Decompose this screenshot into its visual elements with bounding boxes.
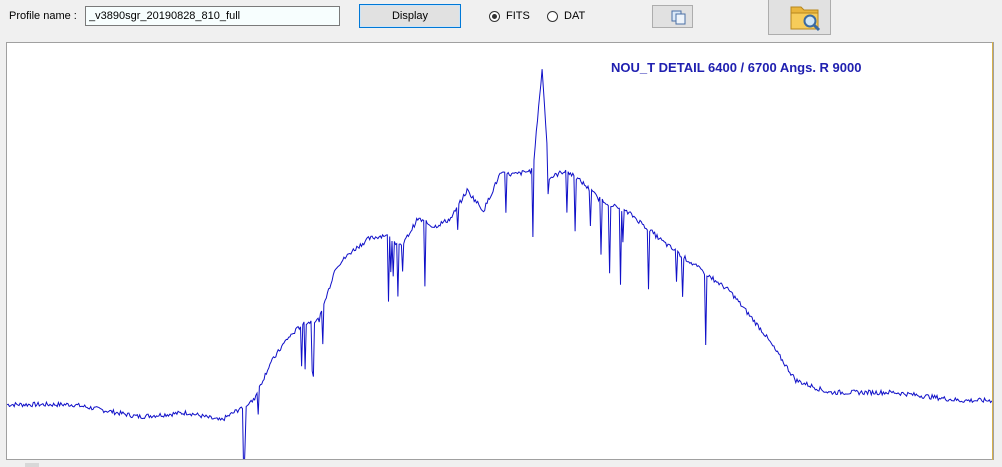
- chart-title: NOU_T DETAIL 6400 / 6700 Angs. R 9000: [611, 60, 861, 75]
- spectrum-chart: NOU_T DETAIL 6400 / 6700 Angs. R 9000: [7, 60, 993, 459]
- status-grip: [25, 463, 39, 467]
- folder-search-icon: [790, 6, 821, 32]
- copy-icon: [671, 10, 686, 25]
- radio-fits-indicator[interactable]: [489, 10, 500, 22]
- radio-fits-label: FITS: [506, 10, 530, 22]
- spectrum-plot[interactable]: NOU_T DETAIL 6400 / 6700 Angs. R 9000: [6, 42, 994, 460]
- right-divider: [992, 42, 993, 462]
- spectrum-line: [7, 69, 993, 459]
- profile-name-label: Profile name :: [9, 10, 77, 22]
- display-button[interactable]: Display: [359, 4, 461, 28]
- radio-fits[interactable]: FITS: [489, 8, 530, 24]
- open-file-button[interactable]: [768, 0, 831, 35]
- radio-dat-label: DAT: [564, 10, 586, 22]
- radio-dat-indicator[interactable]: [547, 10, 558, 22]
- status-bar: [0, 460, 1002, 467]
- toolbar: Profile name : Display FITS DAT: [0, 0, 1002, 42]
- profile-name-input[interactable]: [85, 6, 340, 26]
- copy-button[interactable]: [652, 5, 693, 28]
- radio-dat[interactable]: DAT: [547, 8, 585, 24]
